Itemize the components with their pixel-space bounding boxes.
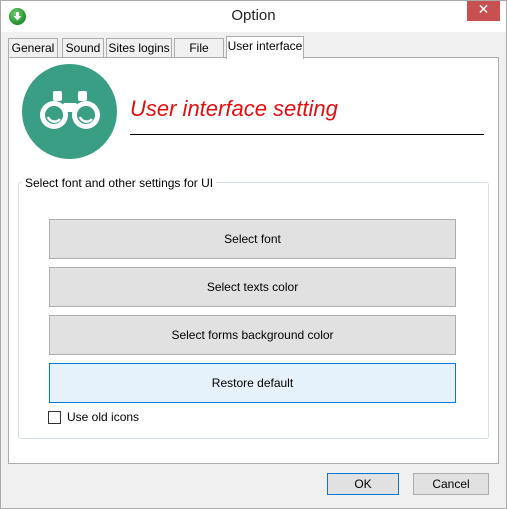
heading-divider [130,134,484,135]
groupbox-legend: Select font and other settings for UI [22,176,217,190]
cancel-button[interactable]: Cancel [413,473,489,495]
use-old-icons-checkbox[interactable] [48,411,61,424]
window-title: Option [231,7,276,24]
option-dialog: Option ✕ General Sound Sites logins File… [0,0,507,509]
panel-heading: User interface setting [130,96,338,121]
tab-user-interface[interactable]: User interface [226,36,304,59]
select-texts-color-button[interactable]: Select texts color [49,267,456,307]
ok-button[interactable]: OK [327,473,399,495]
select-font-button[interactable]: Select font [49,219,456,259]
restore-default-button[interactable]: Restore default [49,363,456,403]
close-button[interactable]: ✕ [467,1,500,21]
select-forms-background-color-button[interactable]: Select forms background color [49,315,456,355]
use-old-icons-label: Use old icons [67,410,140,424]
tab-sound[interactable]: Sound [62,38,104,58]
tab-sites-logins[interactable]: Sites logins [106,38,172,58]
user-interface-panel: User interface setting Select font and o… [8,57,499,464]
binoculars-icon [22,64,117,159]
title-bar[interactable]: Option ✕ [1,1,506,32]
tab-file-types[interactable]: File types [174,38,224,73]
tab-general[interactable]: General [8,38,58,58]
